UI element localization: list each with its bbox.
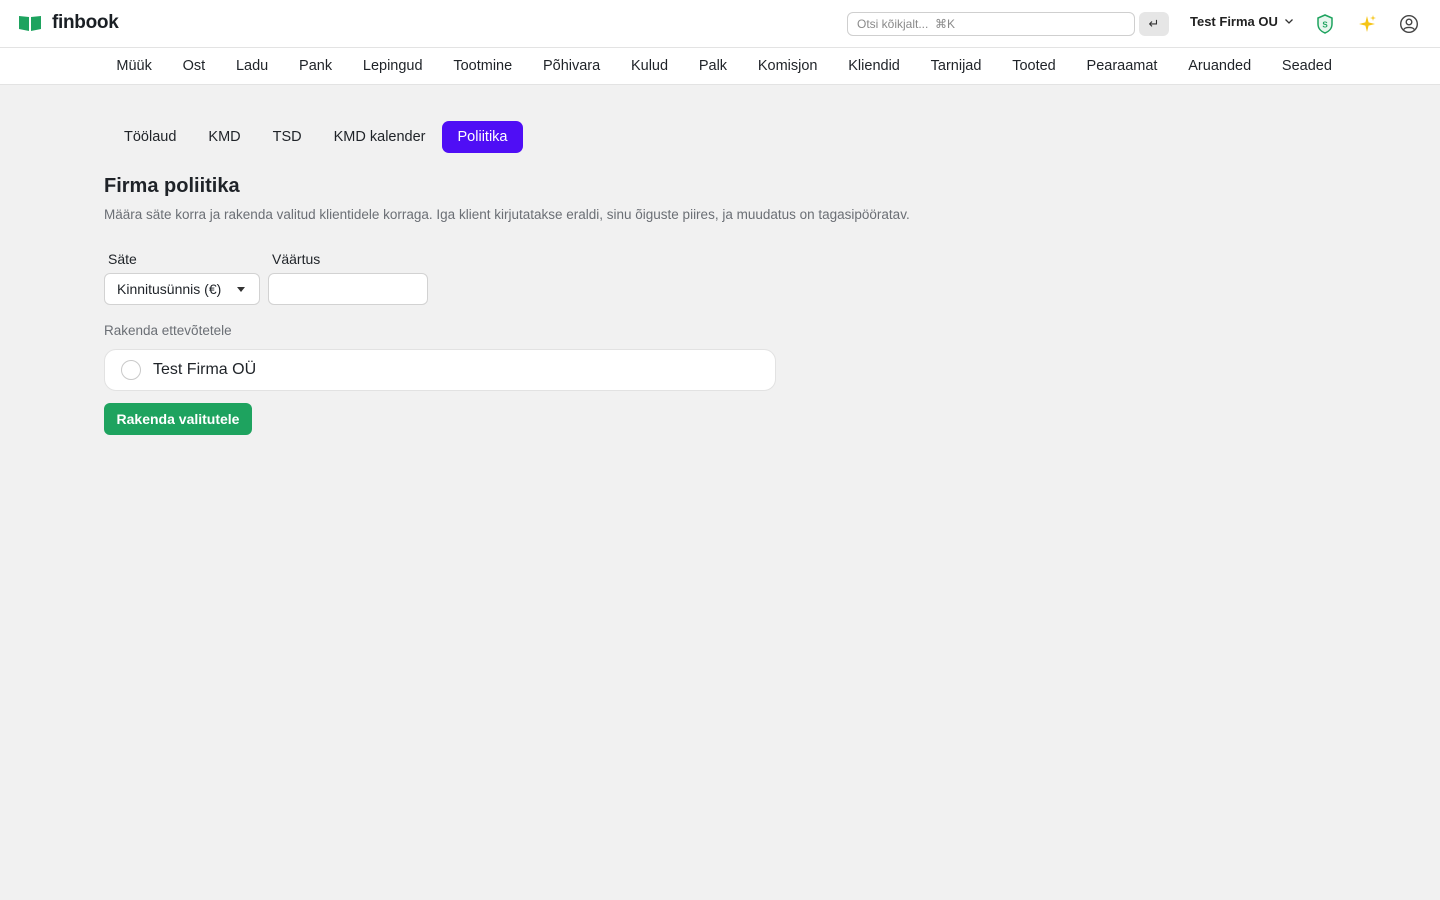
module-nav: Müük Ost Ladu Pank Lepingud Tootmine Põh…: [0, 48, 1440, 85]
nav-item-pank[interactable]: Pank: [284, 48, 348, 84]
tab-kmd-kalender[interactable]: KMD kalender: [318, 121, 442, 153]
company-option-name: Test Firma OÜ: [153, 361, 257, 378]
nav-item-tarnijad[interactable]: Tarnijad: [915, 48, 997, 84]
tab-toolaud[interactable]: Töölaud: [108, 121, 192, 153]
caret-down-icon: [237, 287, 245, 292]
page-title: Firma poliitika: [104, 175, 240, 197]
sub-tabs: Töölaud KMD TSD KMD kalender Poliitika: [108, 121, 524, 153]
nav-item-lepingud[interactable]: Lepingud: [347, 48, 437, 84]
app-name: finbook: [52, 12, 119, 33]
shield-icon[interactable]: S: [1313, 12, 1337, 36]
book-icon: [18, 14, 42, 32]
nav-item-tooted[interactable]: Tooted: [997, 48, 1071, 84]
value-input[interactable]: [268, 273, 428, 305]
apply-to-label: Rakenda ettevõtetele: [104, 323, 232, 338]
nav-item-ost[interactable]: Ost: [167, 48, 220, 84]
enter-icon: ↵: [1148, 16, 1160, 32]
svg-text:S: S: [1322, 21, 1328, 30]
nav-item-palk[interactable]: Palk: [683, 48, 742, 84]
nav-item-kulud[interactable]: Kulud: [616, 48, 684, 84]
apply-selected-button[interactable]: Rakenda valitutele: [104, 403, 252, 435]
nav-item-kliendid[interactable]: Kliendid: [833, 48, 915, 84]
top-header: finbook ↵ Test Firma OU S: [0, 0, 1440, 48]
tab-kmd[interactable]: KMD: [192, 121, 256, 153]
nav-item-pearaamat[interactable]: Pearaamat: [1071, 48, 1173, 84]
app-logo[interactable]: finbook: [18, 12, 119, 34]
tab-tsd[interactable]: TSD: [257, 121, 318, 153]
nav-item-komisjon[interactable]: Komisjon: [742, 48, 832, 84]
search-submit-button[interactable]: ↵: [1139, 12, 1169, 36]
nav-item-ladu[interactable]: Ladu: [221, 48, 284, 84]
sparkle-icon[interactable]: [1355, 12, 1379, 36]
nav-item-seaded[interactable]: Seaded: [1267, 48, 1348, 84]
company-option[interactable]: Test Firma OÜ: [104, 349, 776, 391]
company-switcher-label: Test Firma OU: [1190, 14, 1278, 29]
user-circle-icon[interactable]: [1397, 12, 1421, 36]
chevron-down-icon: [1284, 14, 1294, 29]
setting-select[interactable]: Kinnitusünnis (€): [104, 273, 260, 305]
setting-label: Säte: [108, 251, 137, 267]
nav-item-pohivara[interactable]: Põhivara: [528, 48, 616, 84]
company-switcher[interactable]: Test Firma OU: [1190, 14, 1294, 29]
value-label: Väärtus: [272, 251, 321, 267]
nav-item-aruanded[interactable]: Aruanded: [1173, 48, 1267, 84]
setting-select-value: Kinnitusünnis (€): [117, 281, 222, 297]
page-description: Määra säte korra ja rakenda valitud klie…: [104, 207, 910, 222]
tab-poliitika[interactable]: Poliitika: [441, 121, 524, 153]
global-search-input[interactable]: [847, 12, 1135, 36]
company-checkbox[interactable]: [121, 360, 141, 380]
nav-item-muuk[interactable]: Müük: [101, 48, 167, 84]
nav-item-tootmine[interactable]: Tootmine: [438, 48, 528, 84]
